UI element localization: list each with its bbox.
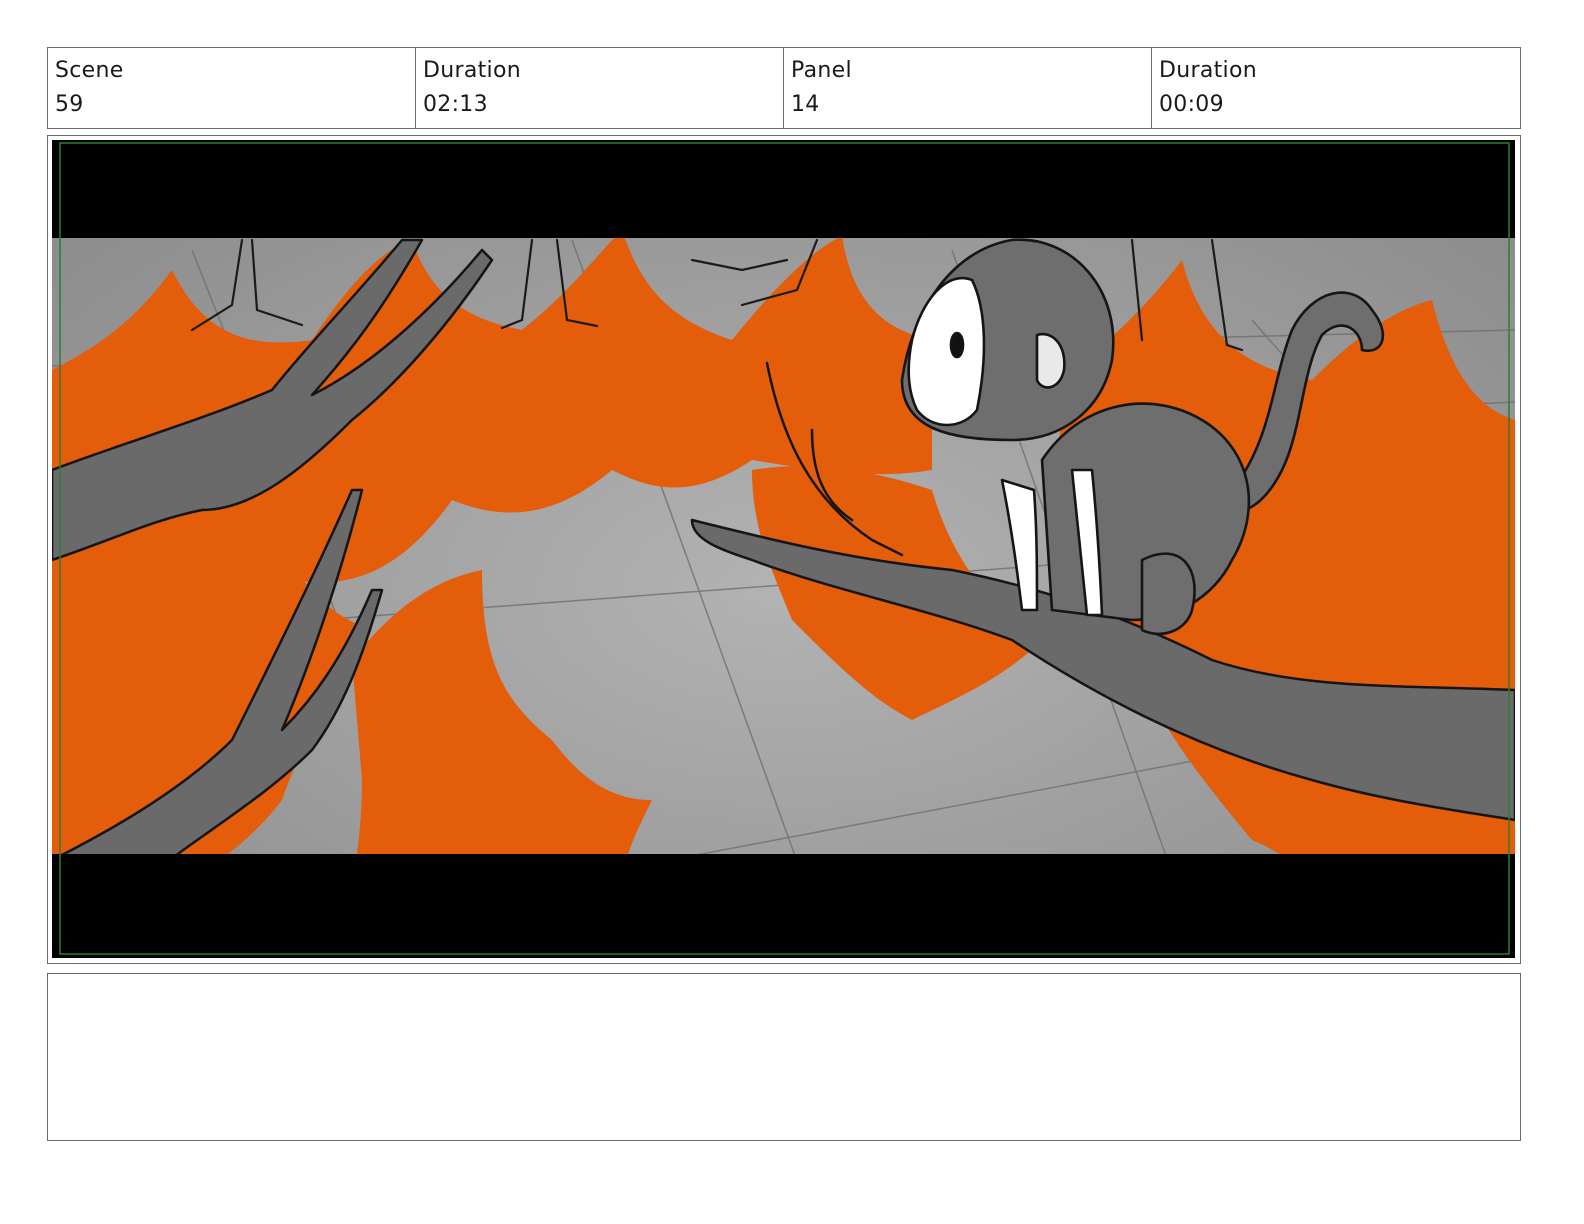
monkey-eye (949, 331, 965, 359)
panel-duration-label: Duration (1159, 58, 1257, 83)
scene-duration-label: Duration (423, 58, 521, 83)
scene-number[interactable]: 59 (55, 88, 415, 122)
monkey-hind-leg (1140, 552, 1196, 636)
letterbox-top (52, 140, 1515, 238)
panel-frame[interactable] (47, 135, 1521, 964)
scene-duration-value[interactable]: 02:13 (423, 88, 783, 122)
panel-label: Panel (791, 58, 852, 83)
panel-drawing (52, 140, 1515, 958)
scene-label: Scene (55, 58, 124, 83)
panel-duration-value[interactable]: 00:09 (1159, 88, 1520, 122)
panel-notes-box[interactable] (47, 973, 1521, 1141)
panel-duration-cell: Duration 00:09 (1152, 48, 1520, 128)
storyboard-header: Scene 59 Duration 02:13 Panel 14 Duratio… (47, 47, 1521, 129)
letterbox-bottom (52, 854, 1515, 958)
panel-notes-text[interactable] (48, 974, 1520, 994)
panel-cell: Panel 14 (784, 48, 1152, 128)
scene-duration-cell: Duration 02:13 (416, 48, 784, 128)
panel-number[interactable]: 14 (791, 88, 1151, 122)
scene-cell: Scene 59 (48, 48, 416, 128)
